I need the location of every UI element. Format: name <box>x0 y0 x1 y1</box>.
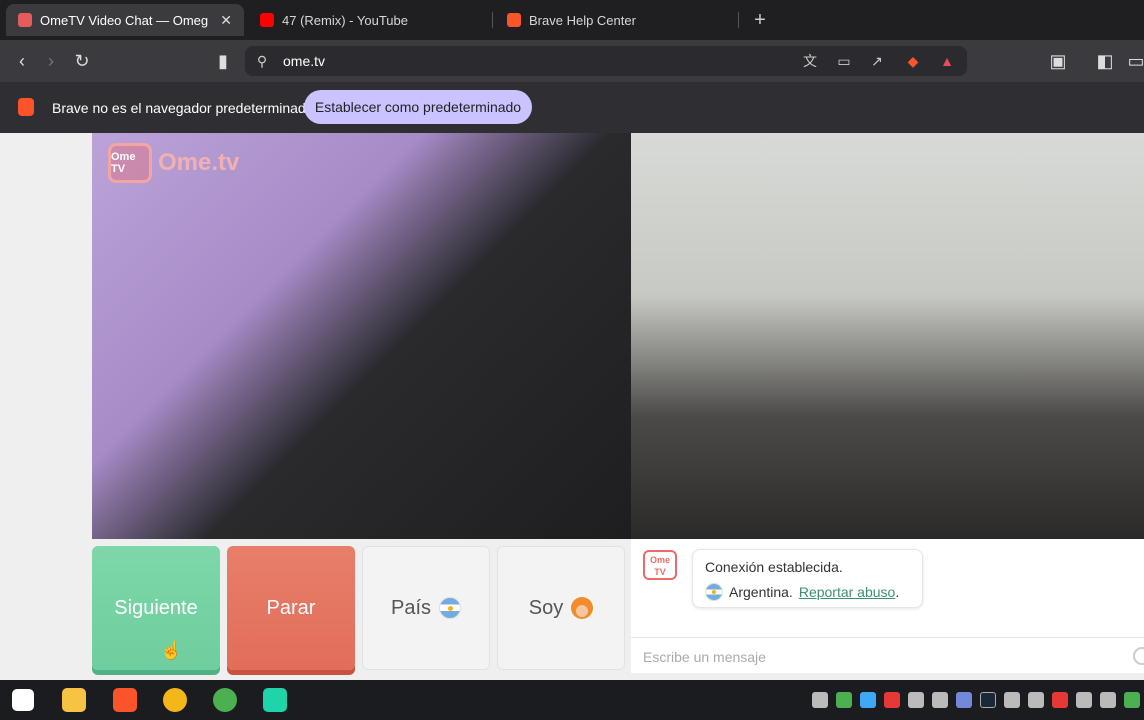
default-browser-infobar: Brave no es el navegador predeterminado <box>0 82 1144 133</box>
report-abuse-link[interactable]: Reportar abuso <box>799 584 896 600</box>
app2-taskbar-icon[interactable] <box>263 688 287 712</box>
ometv-logo: Ome TV Ome.tv <box>108 143 239 183</box>
logo-text: Ome.tv <box>158 149 240 176</box>
tab-title: Brave Help Center <box>529 12 636 28</box>
app-taskbar-icon[interactable] <box>163 688 187 712</box>
network-icon[interactable] <box>1100 692 1116 708</box>
brave-rewards-icon[interactable]: ▲ <box>938 52 956 70</box>
partner-country-line: Argentina. Reportar abuso. <box>705 583 899 601</box>
ometv-favicon-icon <box>18 13 32 27</box>
tab-divider <box>738 12 739 28</box>
local-video <box>92 133 631 539</box>
gender-button[interactable]: Soy <box>497 546 625 670</box>
partner-country: Argentina. <box>729 584 793 600</box>
infobar-message: Brave no es el navegador predeterminado <box>52 100 314 116</box>
boy-emoji-icon <box>571 597 594 619</box>
gender-label: Soy <box>528 596 564 619</box>
next-label: Siguiente <box>114 596 198 619</box>
reload-icon[interactable]: ↻ <box>70 49 94 73</box>
chat-tv-logo-icon: Ome TV <box>643 550 677 580</box>
hand-cursor-icon: ☝ <box>160 640 183 660</box>
tab-bar: OmeTV Video Chat — Omeg ✕ 47 (Remix) - Y… <box>0 0 1144 40</box>
set-default-button[interactable]: Establecer como predeterminado <box>304 90 532 124</box>
address-bar[interactable]: ⚲ ome.tv 文 ▭ ↗ ◆ ▲ <box>245 46 967 76</box>
file-explorer-icon[interactable] <box>62 688 86 712</box>
tray-icon[interactable] <box>908 692 924 708</box>
system-message: Conexión establecida. Argentina. Reporta… <box>692 549 923 608</box>
tab-divider <box>492 12 493 28</box>
tab-brave-help[interactable]: Brave Help Center <box>495 4 735 36</box>
emoji-icon[interactable] <box>1133 647 1144 665</box>
country-button[interactable]: País <box>362 546 490 670</box>
tv-logo-icon: Ome TV <box>108 143 152 183</box>
tab-title: OmeTV Video Chat — Omeg <box>40 12 209 28</box>
tray-icon[interactable] <box>1004 692 1020 708</box>
tray-icon[interactable] <box>884 692 900 708</box>
new-tab-icon[interactable]: + <box>748 8 772 32</box>
steam-tray-icon[interactable] <box>980 692 996 708</box>
brave-shields-icon[interactable]: ◆ <box>904 52 922 70</box>
message-input[interactable]: Escribe un mensaje <box>643 649 766 665</box>
chrome-taskbar-icon[interactable] <box>213 688 237 712</box>
argentina-flag-icon <box>439 597 462 619</box>
country-label: País <box>390 596 432 619</box>
tray-icon[interactable] <box>1124 692 1140 708</box>
tray-icon[interactable] <box>836 692 852 708</box>
argentina-flag-icon <box>705 583 723 601</box>
share-icon[interactable]: ↗ <box>868 52 886 70</box>
bookmark-icon[interactable]: ▮ <box>211 49 235 73</box>
connection-status: Conexión establecida. <box>705 559 843 575</box>
cast-icon[interactable]: ▭ <box>835 52 853 70</box>
brave-favicon-icon <box>507 13 521 27</box>
volume-icon[interactable] <box>1076 692 1092 708</box>
windows-taskbar <box>0 680 1144 720</box>
tab-ometv[interactable]: OmeTV Video Chat — Omeg ✕ <box>6 4 244 36</box>
discord-tray-icon[interactable] <box>956 692 972 708</box>
tray-icon[interactable] <box>932 692 948 708</box>
tray-icon[interactable] <box>812 692 828 708</box>
stop-button[interactable]: Parar <box>227 546 355 670</box>
next-button[interactable]: Siguiente <box>92 546 220 670</box>
tab-youtube[interactable]: 47 (Remix) - YouTube <box>248 4 488 36</box>
back-icon[interactable]: ‹ <box>10 49 34 73</box>
close-tab-icon[interactable]: ✕ <box>220 12 232 29</box>
tab-title: 47 (Remix) - YouTube <box>282 12 408 28</box>
message-input-area[interactable]: Escribe un mensaje <box>631 637 1144 673</box>
screenshot-icon[interactable]: ▣ <box>1046 49 1070 73</box>
brave-logo-icon <box>18 98 34 116</box>
report-suffix: . <box>895 584 900 600</box>
tray-icon[interactable] <box>1028 692 1044 708</box>
site-info-icon[interactable]: ⚲ <box>253 52 271 70</box>
youtube-favicon-icon <box>260 13 274 27</box>
brave-taskbar-icon[interactable] <box>113 688 137 712</box>
forward-icon[interactable]: › <box>39 49 63 73</box>
tray-icon[interactable] <box>860 692 876 708</box>
stop-label: Parar <box>266 596 316 619</box>
wallet-icon[interactable]: ▭ <box>1124 49 1144 73</box>
windows-start-icon[interactable] <box>12 689 34 711</box>
url-text[interactable]: ome.tv <box>283 53 325 69</box>
remote-video <box>631 133 1144 539</box>
tray-icon[interactable] <box>1052 692 1068 708</box>
translate-icon[interactable]: 文 <box>801 52 819 70</box>
sidebar-icon[interactable]: ◧ <box>1093 49 1117 73</box>
